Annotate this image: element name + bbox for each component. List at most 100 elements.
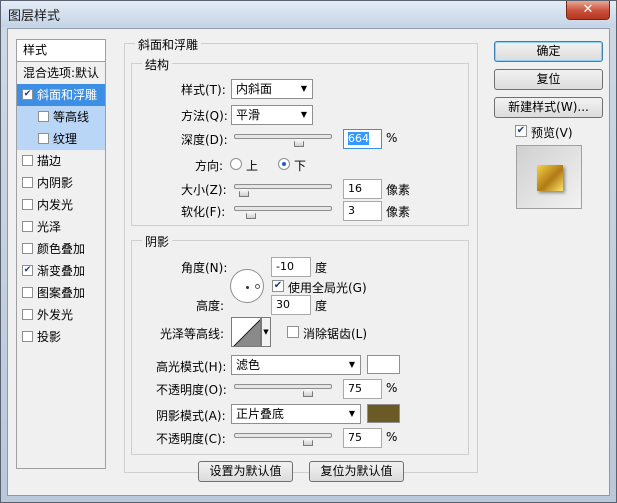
checkbox-icon[interactable] bbox=[22, 243, 33, 254]
technique-dropdown-value: 平滑 bbox=[236, 108, 261, 122]
shadow-opacity-input[interactable]: 75 bbox=[343, 428, 382, 448]
checkbox-icon[interactable] bbox=[22, 331, 33, 342]
gloss-contour-label: 光泽等高线: bbox=[160, 327, 225, 341]
reset-button[interactable]: 复位 bbox=[494, 69, 603, 90]
sidebar-item-label: 混合选项:默认 bbox=[23, 66, 100, 80]
new-style-button[interactable]: 新建样式(W)... bbox=[494, 97, 603, 118]
style-list-header[interactable]: 样式 bbox=[17, 40, 105, 62]
highlight-opacity-input-value: 75 bbox=[348, 382, 362, 395]
sidebar-item-pattern-overlay[interactable]: 图案叠加 bbox=[17, 282, 105, 304]
shadow-mode-label: 阴影模式(A): bbox=[156, 409, 226, 423]
style-label: 样式(T): bbox=[181, 83, 226, 97]
preview-label: 预览(V) bbox=[531, 126, 573, 140]
shading-title: 阴影 bbox=[142, 233, 173, 250]
direction-down-label: 下 bbox=[294, 159, 307, 173]
checkbox-icon[interactable] bbox=[22, 221, 33, 232]
technique-label: 方法(Q): bbox=[181, 109, 228, 123]
sidebar-item-stroke[interactable]: 描边 bbox=[17, 150, 105, 172]
shadow-mode-value: 正片叠底 bbox=[236, 407, 285, 421]
sidebar-item-bevel-emboss[interactable]: ✔ 斜面和浮雕 bbox=[17, 84, 105, 106]
sidebar-item-blending-options[interactable]: 混合选项:默认 bbox=[17, 62, 105, 84]
chevron-down-icon: ▼ bbox=[348, 360, 355, 369]
shadow-opacity-input-value: 75 bbox=[348, 431, 362, 444]
anti-alias-checkbox[interactable] bbox=[287, 326, 299, 338]
checkbox-icon[interactable] bbox=[22, 177, 33, 188]
soften-slider[interactable] bbox=[234, 206, 332, 211]
size-input-value: 16 bbox=[348, 182, 362, 195]
shadow-opacity-slider[interactable] bbox=[234, 433, 332, 438]
shadow-mode-dropdown[interactable]: 正片叠底 ▼ bbox=[231, 404, 361, 424]
anti-alias-label: 消除锯齿(L) bbox=[303, 327, 368, 341]
depth-slider[interactable] bbox=[234, 134, 332, 139]
shadow-color-swatch[interactable] bbox=[367, 404, 400, 423]
checkbox-icon[interactable] bbox=[22, 155, 33, 166]
sidebar-item-satin[interactable]: 光泽 bbox=[17, 216, 105, 238]
shadow-opacity-label: 不透明度(C): bbox=[156, 432, 226, 446]
depth-input-value: 664 bbox=[348, 132, 369, 145]
angle-input[interactable]: -10 bbox=[271, 257, 311, 277]
altitude-label: 高度: bbox=[196, 299, 225, 313]
sidebar-item-drop-shadow[interactable]: 投影 bbox=[17, 326, 105, 348]
bevel-emboss-title: 斜面和浮雕 bbox=[135, 36, 202, 53]
preview-swatch bbox=[537, 165, 563, 191]
angle-label: 角度(N): bbox=[181, 261, 228, 275]
direction-down-radio[interactable] bbox=[278, 158, 290, 170]
altitude-input[interactable]: 30 bbox=[271, 295, 311, 315]
dialog-body: 样式 混合选项:默认 ✔ 斜面和浮雕 等高线 纹理 描边 内阴影 内发光 光泽 … bbox=[7, 28, 610, 496]
technique-dropdown[interactable]: 平滑 ▼ bbox=[231, 105, 313, 125]
style-preview-thumbnail bbox=[516, 145, 582, 209]
highlight-color-swatch[interactable] bbox=[367, 355, 400, 374]
angle-handle-icon[interactable] bbox=[255, 284, 260, 289]
sidebar-item-contour[interactable]: 等高线 bbox=[17, 106, 105, 128]
highlight-mode-label: 高光模式(H): bbox=[156, 360, 227, 374]
window-title: 图层样式 bbox=[8, 9, 61, 24]
highlight-opacity-slider[interactable] bbox=[234, 384, 332, 389]
shadow-opacity-unit: % bbox=[386, 430, 398, 444]
sidebar-item-outer-glow[interactable]: 外发光 bbox=[17, 304, 105, 326]
sidebar-item-texture[interactable]: 纹理 bbox=[17, 128, 105, 150]
size-slider[interactable] bbox=[234, 184, 332, 189]
highlight-opacity-label: 不透明度(O): bbox=[156, 383, 227, 397]
size-input[interactable]: 16 bbox=[343, 179, 382, 199]
sidebar-item-gradient-overlay[interactable]: ✔ 渐变叠加 bbox=[17, 260, 105, 282]
checkbox-icon[interactable] bbox=[22, 287, 33, 298]
sidebar-item-label: 等高线 bbox=[53, 110, 90, 124]
soften-unit: 像素 bbox=[386, 205, 411, 219]
global-light-checkbox[interactable]: ✔ bbox=[272, 280, 284, 292]
angle-unit: 度 bbox=[315, 261, 328, 275]
sidebar-item-label: 外发光 bbox=[37, 308, 74, 322]
checkbox-icon[interactable]: ✔ bbox=[22, 265, 33, 276]
title-bar[interactable]: 图层样式 ✕ bbox=[1, 1, 616, 27]
highlight-opacity-input[interactable]: 75 bbox=[343, 379, 382, 399]
checkbox-icon[interactable] bbox=[38, 133, 49, 144]
chevron-down-icon[interactable]: ▼ bbox=[261, 317, 271, 347]
depth-input[interactable]: 664 bbox=[343, 129, 382, 149]
checkbox-icon[interactable] bbox=[38, 111, 49, 122]
soften-input[interactable]: 3 bbox=[343, 201, 382, 221]
checkbox-icon[interactable] bbox=[22, 199, 33, 210]
sidebar-item-inner-glow[interactable]: 内发光 bbox=[17, 194, 105, 216]
direction-up-label: 上 bbox=[246, 159, 259, 173]
close-button[interactable]: ✕ bbox=[566, 1, 610, 20]
direction-up-radio[interactable] bbox=[230, 158, 242, 170]
soften-input-value: 3 bbox=[348, 204, 355, 217]
altitude-input-value: 30 bbox=[276, 298, 290, 311]
preview-checkbox[interactable]: ✔ bbox=[515, 125, 527, 137]
direction-label: 方向: bbox=[195, 159, 224, 173]
structure-title: 结构 bbox=[142, 56, 173, 73]
gloss-contour-picker[interactable] bbox=[231, 317, 261, 347]
reset-to-default-button[interactable]: 复位为默认值 bbox=[309, 461, 404, 482]
style-dropdown[interactable]: 内斜面 ▼ bbox=[231, 79, 313, 99]
highlight-mode-value: 滤色 bbox=[236, 358, 261, 372]
checkbox-icon[interactable]: ✔ bbox=[22, 89, 33, 100]
make-default-button[interactable]: 设置为默认值 bbox=[198, 461, 293, 482]
style-dropdown-value: 内斜面 bbox=[236, 82, 273, 96]
highlight-mode-dropdown[interactable]: 滤色 ▼ bbox=[231, 355, 361, 375]
sidebar-item-inner-shadow[interactable]: 内阴影 bbox=[17, 172, 105, 194]
chevron-down-icon: ▼ bbox=[300, 110, 307, 119]
ok-button[interactable]: 确定 bbox=[494, 41, 603, 62]
sidebar-item-label: 图案叠加 bbox=[37, 286, 86, 300]
sidebar-item-color-overlay[interactable]: 颜色叠加 bbox=[17, 238, 105, 260]
sidebar-item-label: 颜色叠加 bbox=[37, 242, 86, 256]
checkbox-icon[interactable] bbox=[22, 309, 33, 320]
